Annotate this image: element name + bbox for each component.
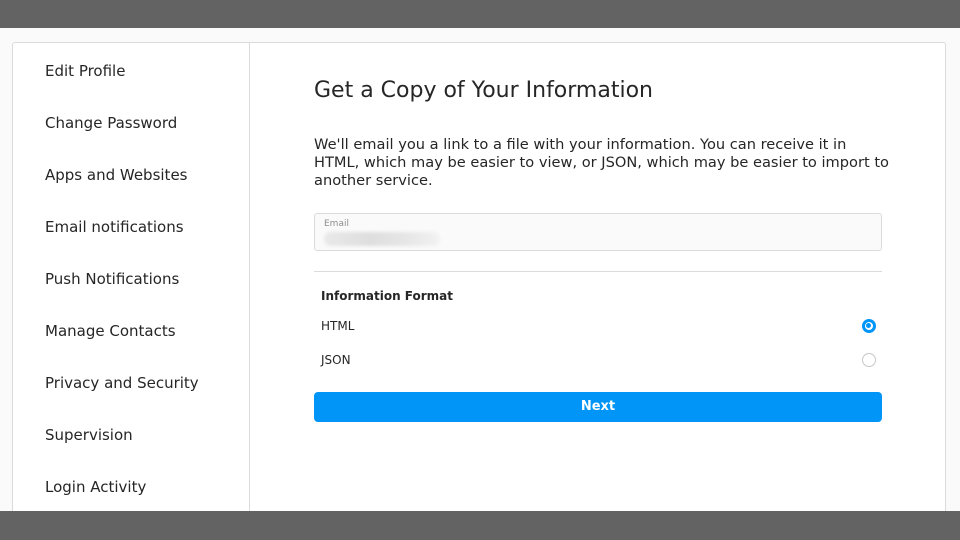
format-option-json[interactable]: JSON — [321, 350, 882, 370]
sidebar-item-edit-profile[interactable]: Edit Profile — [45, 61, 125, 81]
main-content: Get a Copy of Your Information We'll ema… — [250, 43, 945, 521]
sidebar-item-apps-and-websites[interactable]: Apps and Websites — [45, 165, 188, 185]
top-chrome-bar — [0, 0, 960, 28]
page-title: Get a Copy of Your Information — [314, 78, 653, 103]
sidebar-item-privacy-and-security[interactable]: Privacy and Security — [45, 373, 199, 393]
sidebar-item-login-activity[interactable]: Login Activity — [45, 477, 146, 497]
bottom-chrome-bar — [0, 511, 960, 540]
information-format-heading: Information Format — [321, 289, 454, 303]
email-field-label: Email — [324, 219, 349, 229]
format-option-label: HTML — [321, 319, 355, 333]
format-option-html[interactable]: HTML — [321, 316, 882, 336]
page-description: We'll email you a link to a file with yo… — [314, 136, 889, 189]
sidebar-item-push-notifications[interactable]: Push Notifications — [45, 269, 179, 289]
format-option-label: JSON — [321, 353, 351, 367]
sidebar-item-change-password[interactable]: Change Password — [45, 113, 177, 133]
radio-checked-icon[interactable] — [862, 319, 876, 333]
radio-unchecked-icon[interactable] — [862, 353, 876, 367]
email-field[interactable]: Email — [314, 213, 882, 251]
settings-sidebar: Edit Profile Change Password Apps and We… — [13, 43, 250, 521]
email-field-value-redacted — [324, 232, 440, 246]
settings-card: Edit Profile Change Password Apps and We… — [12, 42, 946, 522]
sidebar-item-email-notifications[interactable]: Email notifications — [45, 217, 184, 237]
sidebar-item-supervision[interactable]: Supervision — [45, 425, 133, 445]
section-divider — [314, 271, 882, 272]
next-button[interactable]: Next — [314, 392, 882, 422]
sidebar-item-manage-contacts[interactable]: Manage Contacts — [45, 321, 176, 341]
